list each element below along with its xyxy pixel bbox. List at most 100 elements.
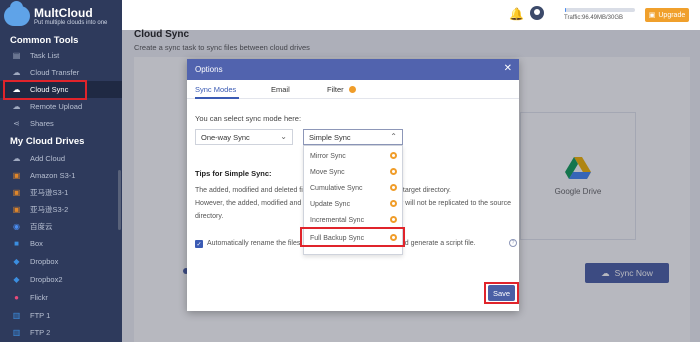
sidebar-item-label: FTP 1 [30, 311, 51, 320]
info-icon[interactable]: ? [509, 239, 517, 247]
sidebar: MultCloud Put multiple clouds into one C… [0, 0, 122, 342]
chevron-down-icon: ⌄ [280, 132, 287, 141]
upgrade-button[interactable]: ▣ Upgrade [645, 8, 689, 22]
add-cloud-icon: ☁ [12, 154, 21, 163]
common-tools-title: Common Tools [10, 35, 79, 46]
sidebar-item-baidu[interactable]: ◉ 百度云 [0, 218, 122, 235]
sidebar-item-label: Shares [30, 119, 54, 128]
traffic-progress [565, 8, 635, 12]
cloud-sync-highlight [3, 80, 87, 100]
upgrade-label: Upgrade [658, 11, 686, 19]
sidebar-item-label: FTP 2 [30, 328, 51, 337]
sidebar-item-box[interactable]: ■ Box [0, 235, 122, 252]
auto-rename-checkbox[interactable]: ✓ [195, 240, 203, 248]
sidebar-item-cloud-transfer[interactable]: ☁ Cloud Transfer [0, 64, 122, 81]
dialog-title: Options [195, 65, 223, 74]
ftp-icon: ▥ [12, 328, 21, 337]
logo-text: MultCloud Put multiple clouds into one [34, 6, 107, 26]
app-tagline: Put multiple clouds into one [34, 20, 108, 26]
save-highlight [484, 282, 519, 304]
sidebar-item-label: Box [30, 239, 43, 248]
sidebar-item-ftp-1[interactable]: ▥ FTP 1 [0, 307, 122, 324]
tips-line-2a: However, the added, modified and d [195, 200, 308, 207]
tab-filter-label: Filter [327, 85, 344, 94]
amazon-s3-icon: ▣ [12, 171, 21, 180]
sync-mode-value: Simple Sync [309, 132, 351, 142]
traffic-progress-fill [565, 8, 567, 12]
tips-title: Tips for Simple Sync: [195, 169, 272, 178]
option-label: Incremental Sync [310, 216, 365, 224]
mode-prompt: You can select sync mode here: [195, 114, 302, 123]
clipboard-icon: ▤ [12, 51, 21, 60]
chevron-up-icon: ⌃ [390, 132, 397, 141]
sidebar-item-label: 百度云 [30, 222, 53, 231]
sidebar-item-label: Dropbox2 [30, 275, 63, 284]
bell-icon[interactable]: 🔔 [509, 7, 524, 21]
full-backup-highlight [300, 227, 405, 247]
flickr-icon: ● [14, 293, 19, 302]
sync-direction-select[interactable]: One-way Sync ⌄ [195, 129, 293, 145]
premium-badge-icon [348, 85, 356, 93]
sidebar-scrollbar[interactable] [118, 170, 121, 230]
sidebar-item-dropbox[interactable]: ◆ Dropbox [0, 253, 122, 270]
baidu-icon: ◉ [13, 222, 20, 231]
sidebar-item-label: Dropbox [30, 257, 59, 266]
dropdown-option-mirror-sync[interactable]: Mirror Sync [304, 148, 402, 164]
ftp-icon: ▥ [12, 311, 21, 320]
dropdown-option-incremental-sync[interactable]: Incremental Sync [304, 212, 402, 228]
transfer-icon: ☁ [12, 68, 21, 77]
sync-mode-select[interactable]: Simple Sync ⌃ [303, 129, 403, 145]
topbar: 🔔 Traffic:96.49MB/30GB ▣ Upgrade [122, 0, 700, 30]
sidebar-item-dropbox2[interactable]: ◆ Dropbox2 [0, 271, 122, 288]
active-tab-indicator [195, 97, 239, 99]
premium-badge-icon [390, 152, 397, 159]
sidebar-item-task-list[interactable]: ▤ Task List [0, 47, 122, 64]
sidebar-item-amazon-s3-cn-1[interactable]: ▣ 亚马逊S3-1 [0, 184, 122, 201]
dropdown-option-cumulative-sync[interactable]: Cumulative Sync [304, 180, 402, 196]
box-icon: ■ [14, 239, 19, 248]
upload-icon: ☁ [12, 102, 21, 111]
cloud-logo-icon [4, 1, 30, 26]
dropbox-icon: ◆ [13, 275, 20, 284]
sidebar-item-label: 亚马逊S3-1 [30, 188, 69, 197]
sidebar-item-add-cloud[interactable]: ☁ Add Cloud [0, 150, 122, 167]
premium-badge-icon [390, 168, 397, 175]
logo[interactable]: MultCloud Put multiple clouds into one [4, 1, 120, 30]
app-name: MultCloud [34, 6, 93, 20]
user-avatar-icon[interactable] [530, 6, 544, 20]
tab-email[interactable]: Email [271, 85, 290, 94]
premium-badge-icon [390, 216, 397, 223]
sidebar-item-label: Remote Upload [30, 102, 83, 111]
sidebar-item-shares[interactable]: ⋖ Shares [0, 115, 122, 132]
sidebar-item-amazon-s3-1[interactable]: ▣ Amazon S3-1 [0, 167, 122, 184]
option-label: Cumulative Sync [310, 184, 363, 192]
tips-line-1a: The added, modified and deleted fil [195, 187, 305, 194]
sidebar-item-remote-upload[interactable]: ☁ Remote Upload [0, 98, 122, 115]
sidebar-item-label: Flickr [30, 293, 48, 302]
auto-rename-label-b: and generate a script file. [397, 240, 476, 247]
sidebar-item-flickr[interactable]: ● Flickr [0, 289, 122, 306]
sidebar-item-label: Task List [30, 51, 60, 60]
my-cloud-drives-title: My Cloud Drives [10, 136, 85, 147]
option-label: Update Sync [310, 200, 351, 208]
sidebar-item-label: Cloud Transfer [30, 68, 80, 77]
sidebar-item-label: 亚马逊S3-2 [30, 205, 69, 214]
auto-rename-label-a: Automatically rename the files [207, 240, 301, 247]
sidebar-item-label: Amazon S3-1 [30, 171, 76, 180]
sync-direction-value: One-way Sync [201, 132, 250, 142]
dropdown-option-update-sync[interactable]: Update Sync [304, 196, 402, 212]
dropdown-option-move-sync[interactable]: Move Sync [304, 164, 402, 180]
traffic-text: Traffic:96.49MB/30GB [564, 15, 624, 21]
dropbox-icon: ◆ [13, 257, 20, 266]
amazon-s3-icon: ▣ [12, 188, 21, 197]
tab-sync-modes[interactable]: Sync Modes [195, 85, 236, 94]
premium-badge-icon [390, 184, 397, 191]
sidebar-item-ftp-2[interactable]: ▥ FTP 2 [0, 324, 122, 341]
tab-filter[interactable]: Filter [327, 85, 356, 94]
sidebar-item-amazon-s3-cn-2[interactable]: ▣ 亚马逊S3-2 [0, 201, 122, 218]
tips-line-2b: y will not be replicated to the source [399, 200, 511, 207]
share-icon: ⋖ [13, 119, 20, 128]
dialog-tabs: Sync Modes Email Filter [187, 80, 519, 99]
close-icon[interactable]: ✕ [504, 63, 512, 74]
option-label: Move Sync [310, 168, 345, 176]
